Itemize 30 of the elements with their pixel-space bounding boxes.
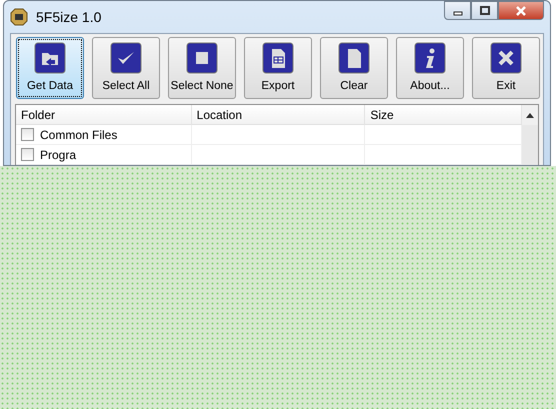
close-icon (490, 42, 522, 74)
folder-name: Progra (40, 148, 76, 162)
minimize-button[interactable] (444, 1, 471, 20)
toolbar-button[interactable]: Select None (168, 37, 236, 99)
checkbox[interactable] (21, 128, 34, 141)
spreadsheet-icon (262, 42, 294, 74)
checkbox[interactable] (21, 148, 34, 161)
checkmark-icon (110, 42, 142, 74)
column-header[interactable]: Location (192, 105, 366, 125)
info-icon (414, 42, 446, 74)
toolbar-button[interactable]: Exit (472, 37, 540, 99)
scroll-up-button[interactable] (522, 105, 538, 125)
folder-name: Common Files (40, 128, 118, 142)
toolbar-button[interactable]: Export (244, 37, 312, 99)
toolbar-button[interactable]: About... (396, 37, 464, 99)
toolbar-button[interactable]: Clear (320, 37, 388, 99)
toolbar-button[interactable]: Select All (92, 37, 160, 99)
maximize-button[interactable] (471, 1, 498, 20)
maximize-icon (480, 6, 490, 16)
column-header[interactable]: Size (365, 105, 522, 125)
folder-icon (34, 42, 66, 74)
column-header[interactable]: Folder (16, 105, 192, 125)
up-arrow-icon (526, 112, 534, 118)
app-icon (10, 8, 28, 26)
window-title: 5F5ize 1.0 (36, 9, 102, 25)
square-icon (186, 42, 218, 74)
toolbar-button[interactable]: Get Data (16, 37, 84, 99)
close-icon (515, 4, 527, 16)
close-button[interactable] (498, 1, 544, 20)
page-icon (338, 42, 370, 74)
